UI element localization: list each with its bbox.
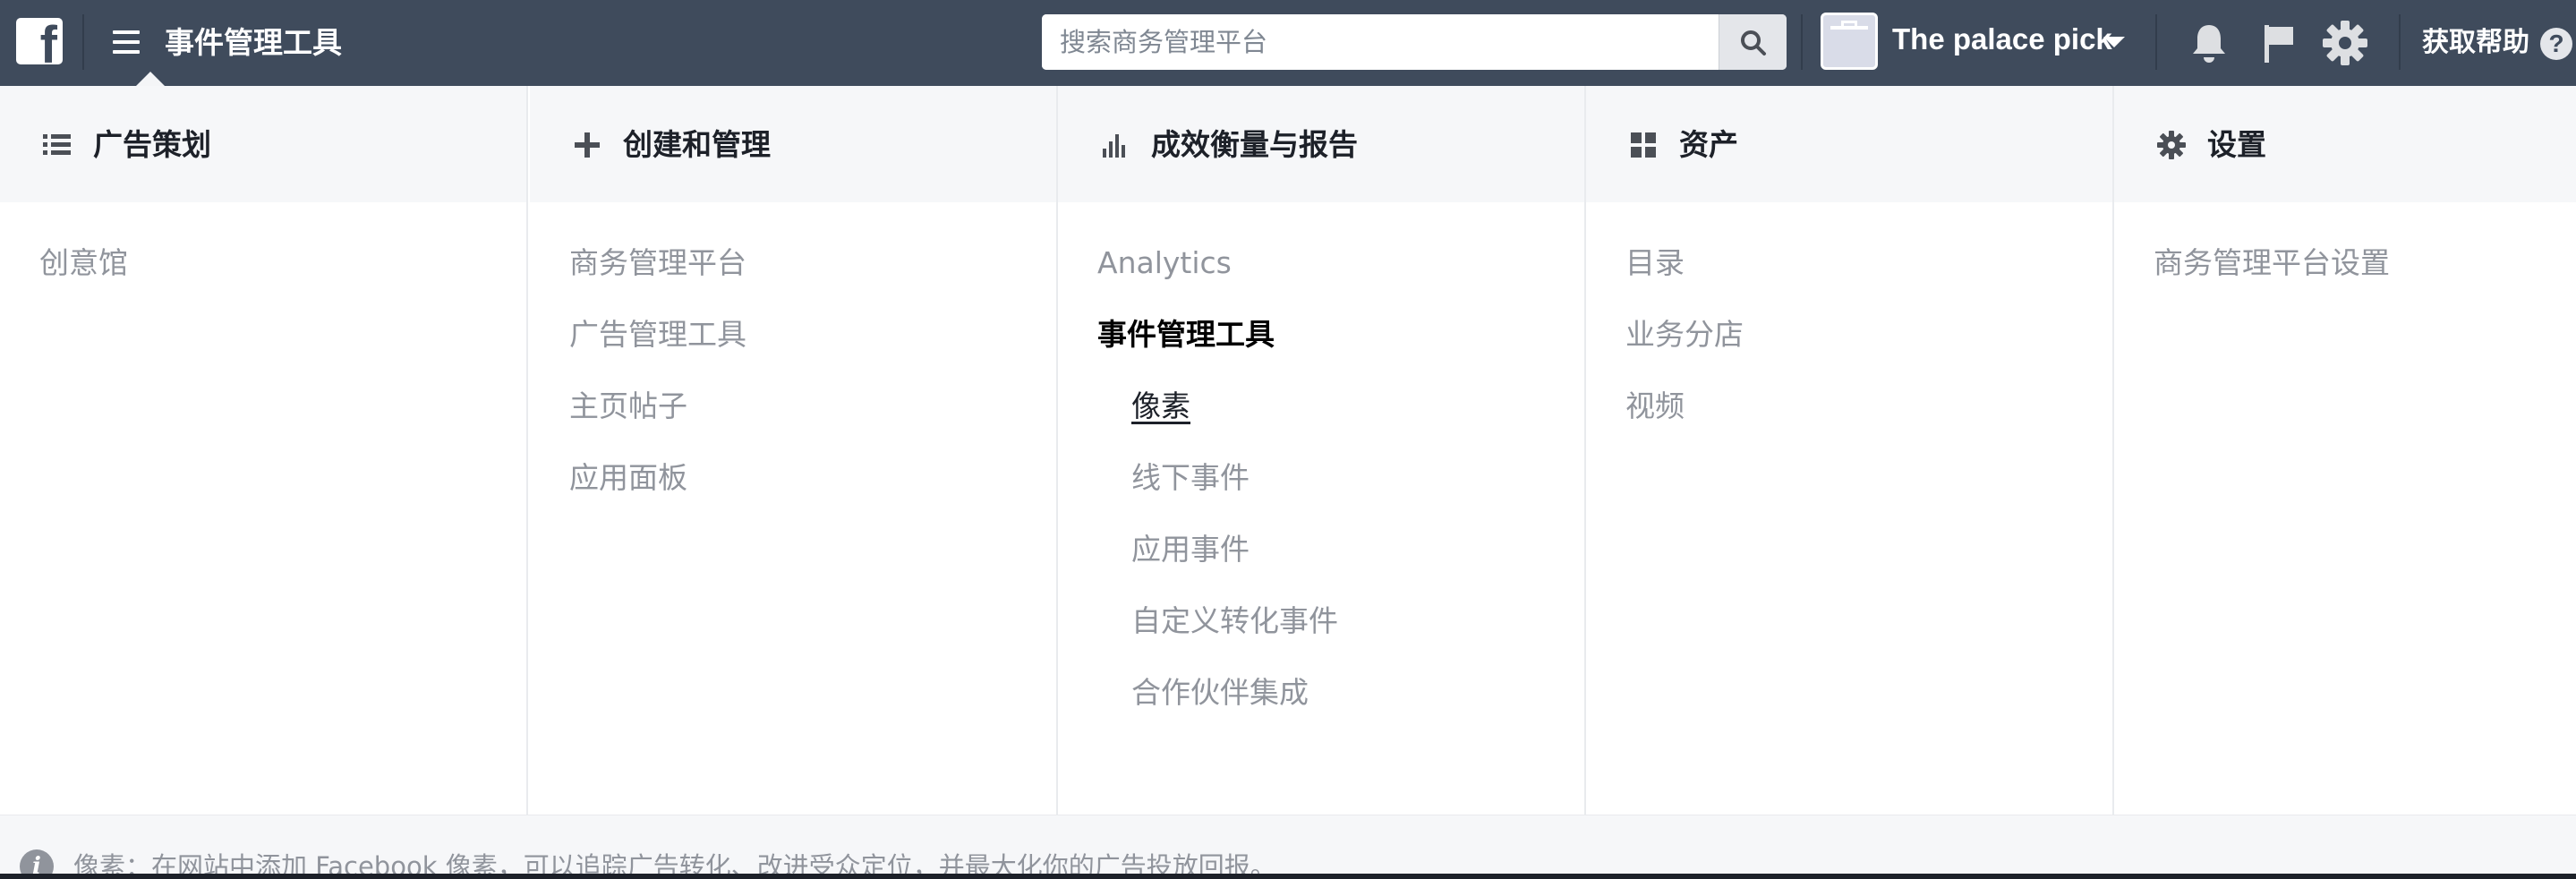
list-icon — [43, 134, 71, 155]
column-header: 创建和管理 — [530, 86, 1056, 202]
menu-pointer — [136, 72, 165, 86]
divider — [2155, 14, 2157, 70]
menu-item-catalogs[interactable]: 目录 — [1625, 242, 1685, 285]
column-header: 资产 — [1586, 86, 2112, 202]
menu-column-plan: 广告策划 创意馆 — [0, 86, 528, 815]
search-box — [1042, 14, 1787, 70]
facebook-logo-icon[interactable]: f — [16, 18, 63, 64]
settings-icon — [2157, 131, 2186, 159]
grid-icon — [1631, 132, 1656, 158]
search-icon — [1741, 30, 1766, 55]
menu-item-offline-events[interactable]: 线下事件 — [1131, 457, 1250, 499]
hamburger-menu-icon[interactable] — [109, 27, 145, 57]
column-title: 成效衡量与报告 — [1151, 127, 1358, 162]
search-input[interactable] — [1042, 14, 1719, 70]
column-title: 设置 — [2207, 127, 2266, 162]
top-navigation-bar: f 事件管理工具 The palace pick — [0, 0, 2576, 86]
chevron-down-icon[interactable] — [2103, 37, 2125, 47]
divider — [82, 14, 84, 70]
menu-column-assets: 资产 目录 业务分店 视频 — [1586, 86, 2114, 815]
column-header: 成效衡量与报告 — [1058, 86, 1584, 202]
menu-item-page-posts[interactable]: 主页帖子 — [569, 385, 687, 428]
window-bottom-edge — [0, 874, 2576, 879]
menu-item-app-events[interactable]: 应用事件 — [1131, 528, 1250, 571]
flag-icon[interactable] — [2254, 18, 2304, 68]
menu-item-app-dashboard[interactable]: 应用面板 — [569, 457, 687, 499]
menu-column-create-manage: 创建和管理 商务管理平台 广告管理工具 主页帖子 应用面板 — [530, 86, 1058, 815]
menu-item-ads-manager[interactable]: 广告管理工具 — [569, 313, 746, 356]
menu-item-business-manager[interactable]: 商务管理平台 — [569, 242, 746, 285]
menu-item-business-settings[interactable]: 商务管理平台设置 — [2154, 242, 2390, 285]
divider — [1801, 14, 1803, 70]
menu-column-measure-report: 成效衡量与报告 Analytics 事件管理工具 像素 线下事件 应用事件 自定… — [1058, 86, 1586, 815]
menu-item-events-manager[interactable]: 事件管理工具 — [1097, 313, 1275, 356]
menu-item-partner-integrations[interactable]: 合作伙伴集成 — [1131, 671, 1309, 714]
column-title: 资产 — [1679, 127, 1738, 162]
help-icon[interactable]: ? — [2540, 28, 2572, 60]
column-header: 设置 — [2114, 86, 2576, 202]
column-header: 广告策划 — [0, 86, 526, 202]
search-button[interactable] — [1719, 14, 1787, 70]
help-link[interactable]: 获取帮助 — [2422, 23, 2529, 63]
menu-item-business-locations[interactable]: 业务分店 — [1625, 313, 1744, 356]
business-switcher[interactable]: The palace pick — [1892, 20, 2112, 59]
bar-chart-icon — [1103, 134, 1125, 158]
gear-icon[interactable] — [2320, 18, 2370, 68]
bell-icon[interactable] — [2184, 18, 2234, 68]
plus-icon — [575, 132, 600, 158]
menu-item-custom-conversions[interactable]: 自定义转化事件 — [1131, 600, 1338, 643]
business-avatar[interactable] — [1821, 13, 1878, 70]
menu-item-videos[interactable]: 视频 — [1625, 385, 1685, 428]
facebook-logo-glyph: f — [39, 18, 57, 65]
menu-item-analytics[interactable]: Analytics — [1097, 242, 1232, 285]
info-footer: i 像素：在网站中添加 Facebook 像素，可以追踪广告转化、改进受众定位，… — [0, 815, 2576, 879]
menu-column-settings: 设置 商务管理平台设置 — [2114, 86, 2576, 815]
menu-item-creative-hub[interactable]: 创意馆 — [39, 242, 128, 285]
app-title[interactable]: 事件管理工具 — [165, 23, 342, 63]
column-title: 广告策划 — [93, 127, 211, 162]
divider — [2399, 14, 2401, 70]
column-title: 创建和管理 — [623, 127, 771, 162]
menu-item-pixels[interactable]: 像素 — [1131, 385, 1190, 428]
